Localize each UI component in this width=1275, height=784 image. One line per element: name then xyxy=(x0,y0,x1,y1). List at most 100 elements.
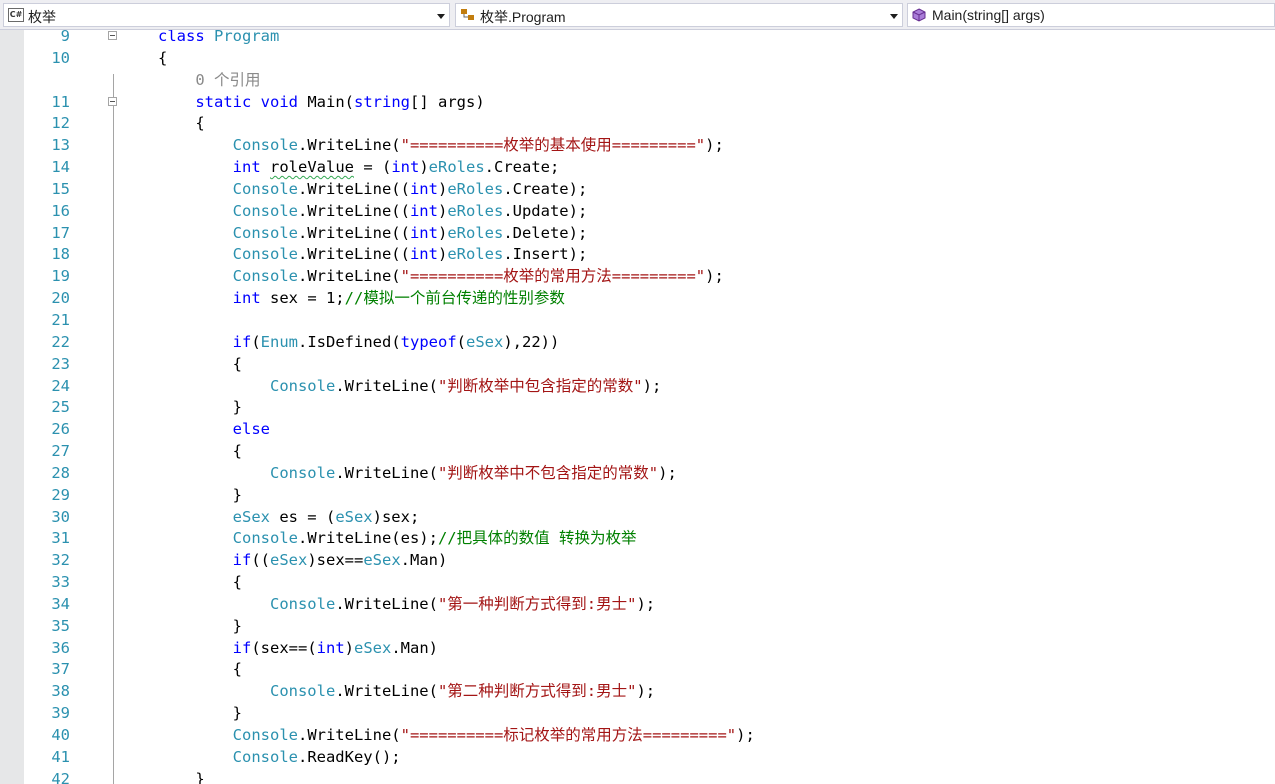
code-line: 37 { xyxy=(0,659,1275,681)
code-text: Console.WriteLine(es);//把具体的数值 转换为枚举 xyxy=(158,528,637,550)
code-token: es = ( xyxy=(269,507,336,526)
line-number: 16 xyxy=(51,201,70,220)
code-token: Console xyxy=(232,267,298,286)
chevron-down-icon[interactable] xyxy=(437,14,445,19)
line-number: 11 xyxy=(51,92,70,111)
code-token: //模拟一个前台传递的性别参数 xyxy=(344,289,565,308)
member-dropdown[interactable]: Main(string[] args) xyxy=(907,3,1275,27)
code-token: if xyxy=(232,332,252,351)
code-line: 20 int sex = 1;//模拟一个前台传递的性别参数 xyxy=(0,288,1275,310)
line-number: 20 xyxy=(51,289,70,308)
code-text: if(Enum.IsDefined(typeof(eSex),22)) xyxy=(158,332,560,354)
line-number: 35 xyxy=(51,616,70,635)
code-token: .Man) xyxy=(391,638,438,657)
code-token: Program xyxy=(214,30,280,45)
code-token: eSex xyxy=(335,507,373,526)
code-token: eSex xyxy=(354,638,392,657)
warning-squiggle-token: roleValue xyxy=(270,158,354,177)
code-token: if xyxy=(232,551,252,570)
line-number: 41 xyxy=(51,747,70,766)
code-token: .Create); xyxy=(503,179,588,198)
line-number: 23 xyxy=(51,354,70,373)
code-token: Console xyxy=(269,376,336,395)
code-token: .Insert); xyxy=(503,245,588,264)
code-token: "第二种判断方式得到:男士" xyxy=(437,682,637,701)
code-token: } xyxy=(158,769,205,784)
code-text: { xyxy=(158,659,242,681)
code-token: static xyxy=(195,92,252,111)
code-token: "==========枚举的基本使用=========" xyxy=(400,136,706,155)
code-line: 35 } xyxy=(0,616,1275,638)
collapse-icon[interactable] xyxy=(108,31,117,40)
code-token: eSex xyxy=(232,507,270,526)
code-line: 13 Console.WriteLine("==========枚举的基本使用=… xyxy=(0,135,1275,157)
code-token: //把具体的数值 转换为枚举 xyxy=(437,529,637,548)
collapse-icon[interactable] xyxy=(108,96,117,106)
code-line: 38 Console.WriteLine("第二种判断方式得到:男士"); xyxy=(0,681,1275,703)
class-dropdown[interactable]: 枚举.Program xyxy=(455,3,903,27)
code-token: ); xyxy=(705,136,724,155)
code-token: } xyxy=(158,485,242,504)
code-token: ( xyxy=(456,332,466,351)
code-token: class xyxy=(158,30,205,45)
line-number: 39 xyxy=(51,704,70,723)
class-icon xyxy=(460,8,476,22)
code-token: int xyxy=(409,179,438,198)
code-line: 18 Console.WriteLine((int)eRoles.Insert)… xyxy=(0,244,1275,266)
code-line: 24 Console.WriteLine("判断枚举中包含指定的常数"); xyxy=(0,376,1275,398)
code-token: sex = 1; xyxy=(260,289,345,308)
code-line: 30 eSex es = (eSex)sex; xyxy=(0,507,1275,529)
code-line: 42 } xyxy=(0,769,1275,784)
code-token: Console xyxy=(232,726,298,744)
code-token: .ReadKey(); xyxy=(297,747,401,766)
code-token: int xyxy=(391,158,420,177)
code-token: Console xyxy=(232,201,298,220)
line-number: 38 xyxy=(51,682,70,701)
line-number: 17 xyxy=(51,223,70,242)
code-token: int xyxy=(409,245,438,264)
code-token: eRoles xyxy=(447,245,504,264)
code-line: 36 if(sex==(int)eSex.Man) xyxy=(0,638,1275,660)
code-lines[interactable]: 9 class Program 10 { 0 个引用 11 static void Ma… xyxy=(0,30,1275,784)
code-token: ) xyxy=(419,158,429,177)
code-text: Console.WriteLine("==========枚举的基本使用====… xyxy=(158,135,724,157)
code-token: int xyxy=(316,638,345,657)
code-token: } xyxy=(158,616,242,635)
code-line: 41 Console.ReadKey(); xyxy=(0,747,1275,769)
code-token: Console xyxy=(232,223,298,242)
code-text: } xyxy=(158,769,205,784)
code-token: )sex== xyxy=(307,551,364,570)
code-token: )sex; xyxy=(372,507,420,526)
code-token: .Create; xyxy=(484,158,560,177)
code-token: string xyxy=(354,92,410,111)
code-line: 34 Console.WriteLine("第一种判断方式得到:男士"); xyxy=(0,594,1275,616)
project-dropdown[interactable]: C# 枚举 xyxy=(3,3,450,27)
code-token: ); xyxy=(636,594,656,613)
code-text: Console.WriteLine("==========标记枚举的常用方法==… xyxy=(158,725,755,747)
code-editor[interactable]: 9 class Program 10 { 0 个引用 11 static void Ma… xyxy=(0,30,1275,784)
code-token: Console xyxy=(269,682,336,701)
code-text: Console.WriteLine("判断枚举中包含指定的常数"); xyxy=(158,376,661,398)
code-token: eSex xyxy=(270,551,308,570)
member-dropdown-label: Main(string[] args) xyxy=(932,7,1045,23)
codelens-references[interactable]: 0 个引用 xyxy=(0,70,1275,92)
chevron-down-icon[interactable] xyxy=(890,14,898,19)
code-token: .Update); xyxy=(503,201,588,220)
class-dropdown-label: 枚举.Program xyxy=(480,9,566,25)
code-token: Console xyxy=(232,529,298,548)
code-text: Console.WriteLine("第二种判断方式得到:男士"); xyxy=(158,681,655,703)
code-token: { xyxy=(158,114,205,133)
line-number: 22 xyxy=(51,332,70,351)
code-line: 39 } xyxy=(0,703,1275,725)
code-token: if xyxy=(232,638,252,657)
